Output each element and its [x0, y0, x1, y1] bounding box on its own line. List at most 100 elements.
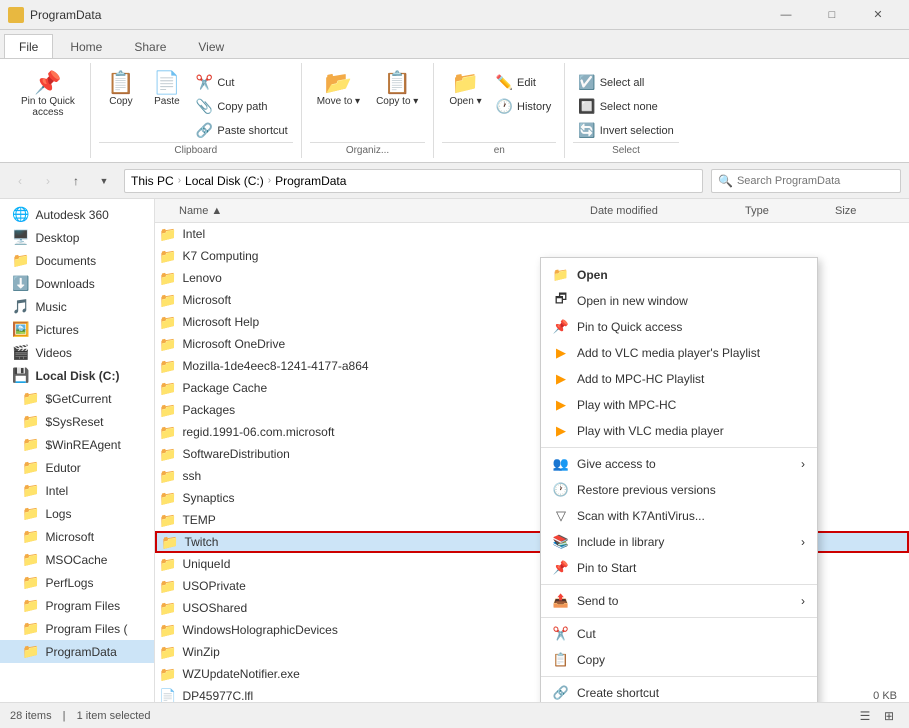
folder-icon: 📁	[159, 556, 176, 573]
sidebar-item-getcurrent[interactable]: 📁 $GetCurrent	[0, 387, 154, 410]
sidebar-item-desktop[interactable]: 🖥️ Desktop	[0, 226, 154, 249]
context-menu: 📁Open 🗗Open in new window 📌Pin to Quick …	[540, 257, 818, 702]
minimize-button[interactable]: —	[763, 0, 809, 30]
ctx-open-new-window[interactable]: 🗗Open in new window	[541, 288, 817, 314]
sidebar-item-edutor[interactable]: 📁 Edutor	[0, 456, 154, 479]
sidebar-item-localdisk[interactable]: 💾 Local Disk (C:)	[0, 364, 154, 387]
sidebar-item-msocache[interactable]: 📁 MSOCache	[0, 548, 154, 571]
copy-label: Copy	[109, 96, 132, 107]
ctx-sep4	[541, 676, 817, 677]
sidebar-item-microsoft[interactable]: 📁 Microsoft	[0, 525, 154, 548]
invert-label: Invert selection	[600, 125, 674, 137]
ctx-restore-versions[interactable]: 🕐Restore previous versions	[541, 477, 817, 503]
ctx-open-label: Open	[577, 268, 608, 282]
title-bar-left: ProgramData	[8, 7, 101, 23]
sidebar-item-winreagent[interactable]: 📁 $WinREAgent	[0, 433, 154, 456]
sidebar-item-documents[interactable]: 📁 Documents	[0, 249, 154, 272]
up-button[interactable]: ↑	[64, 169, 88, 193]
folder-icon: 📁	[159, 358, 176, 375]
sidebar-item-downloads[interactable]: ⬇️ Downloads	[0, 272, 154, 295]
sidebar-item-programdata[interactable]: 📁 ProgramData	[0, 640, 154, 663]
copy-to-button[interactable]: 📋 Copy to ▾	[369, 67, 425, 112]
close-button[interactable]: ✕	[855, 0, 901, 30]
tab-home[interactable]: Home	[55, 34, 117, 58]
file-name-text: DP45977C.lfl	[182, 689, 253, 702]
select-items: ☑️ Select all 🔲 Select none 🔄 Invert sel…	[573, 63, 678, 142]
view-large-icons-button[interactable]: ⊞	[879, 706, 899, 726]
col-size[interactable]: Size	[835, 205, 905, 217]
forward-button[interactable]: ›	[36, 169, 60, 193]
breadcrumb-pc[interactable]: This PC	[131, 174, 174, 188]
recent-button[interactable]: ▼	[92, 169, 116, 193]
ctx-open[interactable]: 📁Open	[541, 262, 817, 288]
ctx-send-to[interactable]: 📤Send to ›	[541, 588, 817, 614]
open-group-label: en	[442, 142, 556, 158]
cut-button[interactable]: ✂️ Cut	[191, 71, 293, 94]
ctx-pin-quick-access[interactable]: 📌Pin to Quick access	[541, 314, 817, 340]
sidebar-item-programfilesx86[interactable]: 📁 Program Files (	[0, 617, 154, 640]
programfilesx86-icon: 📁	[22, 620, 39, 637]
programfiles-icon: 📁	[22, 597, 39, 614]
select-all-button[interactable]: ☑️ Select all	[573, 71, 678, 94]
item-count: 28 items	[10, 710, 52, 722]
maximize-button[interactable]: □	[809, 0, 855, 30]
sidebar-item-programfiles[interactable]: 📁 Program Files	[0, 594, 154, 617]
ribbon-tabs: File Home Share View	[0, 30, 909, 58]
ctx-cut[interactable]: ✂️Cut	[541, 621, 817, 647]
ctx-add-vlc-playlist[interactable]: ▶Add to VLC media player's Playlist	[541, 340, 817, 366]
paste-button[interactable]: 📄 Paste	[145, 67, 189, 112]
copy-path-button[interactable]: 📎 Copy path	[191, 95, 293, 118]
table-row[interactable]: 📁Intel	[155, 223, 909, 245]
ctx-scan-k7[interactable]: ▽Scan with K7AntiVirus...	[541, 503, 817, 529]
ctx-create-shortcut[interactable]: 🔗Create shortcut	[541, 680, 817, 702]
ctx-mpc1-icon: ▶	[553, 371, 569, 387]
title-bar: ProgramData — □ ✕	[0, 0, 909, 30]
folder-icon: 📁	[161, 534, 178, 551]
col-name[interactable]: Name ▲	[159, 205, 590, 217]
ctx-include-library[interactable]: 📚Include in library ›	[541, 529, 817, 555]
paste-shortcut-button[interactable]: 🔗 Paste shortcut	[191, 119, 293, 142]
ribbon-content: 📌 Pin to Quickaccess 📋 Copy 📄 Paste ✂️	[0, 58, 909, 162]
select-none-button[interactable]: 🔲 Select none	[573, 95, 678, 118]
ctx-pin-start[interactable]: 📌Pin to Start	[541, 555, 817, 581]
col-date[interactable]: Date modified	[590, 205, 745, 217]
ctx-pin-start-icon: 📌	[553, 560, 569, 576]
back-button[interactable]: ‹	[8, 169, 32, 193]
breadcrumb[interactable]: This PC › Local Disk (C:) › ProgramData	[124, 169, 703, 193]
breadcrumb-disk[interactable]: Local Disk (C:)	[185, 174, 264, 188]
ctx-copy[interactable]: 📋Copy	[541, 647, 817, 673]
ctx-play-mpc[interactable]: ▶Play with MPC-HC	[541, 392, 817, 418]
breadcrumb-folder[interactable]: ProgramData	[275, 174, 346, 188]
tab-share[interactable]: Share	[119, 34, 181, 58]
search-input[interactable]	[737, 175, 894, 187]
pin-icon: 📌	[34, 72, 61, 94]
sidebar: 🌐 Autodesk 360 🖥️ Desktop 📁 Documents ⬇️…	[0, 199, 155, 702]
copy-button[interactable]: 📋 Copy	[99, 67, 143, 112]
open-button[interactable]: 📁 Open ▾	[442, 67, 488, 112]
view-details-button[interactable]: ☰	[855, 706, 875, 726]
sidebar-item-logs[interactable]: 📁 Logs	[0, 502, 154, 525]
sidebar-item-perflogs[interactable]: 📁 PerfLogs	[0, 571, 154, 594]
sidebar-item-autodesk[interactable]: 🌐 Autodesk 360	[0, 203, 154, 226]
move-to-button[interactable]: 📂 Move to ▾	[310, 67, 367, 112]
pin-quick-access-button[interactable]: 📌 Pin to Quickaccess	[14, 67, 82, 123]
edit-icon: ✏️	[496, 74, 513, 91]
ctx-play-vlc[interactable]: ▶Play with VLC media player	[541, 418, 817, 444]
sidebar-item-videos[interactable]: 🎬 Videos	[0, 341, 154, 364]
sidebar-item-pictures[interactable]: 🖼️ Pictures	[0, 318, 154, 341]
edit-button[interactable]: ✏️ Edit	[491, 71, 557, 94]
tab-file[interactable]: File	[4, 34, 53, 58]
sidebar-item-music[interactable]: 🎵 Music	[0, 295, 154, 318]
history-button[interactable]: 🕐 History	[491, 95, 557, 118]
file-name-text: SoftwareDistribution	[182, 447, 289, 461]
sysreset-icon: 📁	[22, 413, 39, 430]
sidebar-item-sysreset[interactable]: 📁 $SysReset	[0, 410, 154, 433]
tab-view[interactable]: View	[183, 34, 239, 58]
ctx-add-mpc-playlist[interactable]: ▶Add to MPC-HC Playlist	[541, 366, 817, 392]
ctx-access-arrow: ›	[801, 457, 805, 471]
col-type[interactable]: Type	[745, 205, 835, 217]
search-box[interactable]: 🔍	[711, 169, 901, 193]
sidebar-item-intel[interactable]: 📁 Intel	[0, 479, 154, 502]
ctx-give-access[interactable]: 👥Give access to ›	[541, 451, 817, 477]
invert-selection-button[interactable]: 🔄 Invert selection	[573, 119, 678, 142]
